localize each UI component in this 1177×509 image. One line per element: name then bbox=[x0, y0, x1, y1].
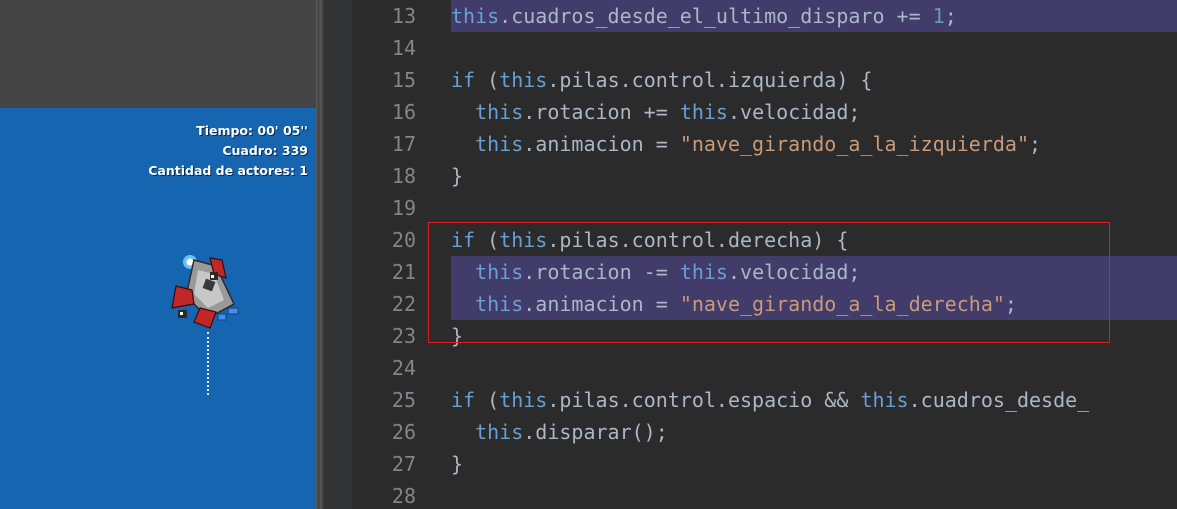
game-canvas[interactable]: Tiempo: 00' 05'' Cuadro: 339 Cantidad de… bbox=[0, 108, 316, 509]
line-number: 22 bbox=[391, 292, 416, 316]
editor-gutter bbox=[324, 0, 352, 509]
annotation-highlight-box bbox=[428, 222, 1110, 343]
code-line[interactable]: 24 bbox=[352, 352, 1177, 384]
line-number: 18 bbox=[391, 164, 416, 188]
code-line[interactable]: 17 this.animacion = "nave_girando_a_la_i… bbox=[352, 128, 1177, 160]
code-text: if (this.pilas.control.espacio && this.c… bbox=[451, 388, 1090, 412]
code-line[interactable]: 25 if (this.pilas.control.espacio && this… bbox=[352, 384, 1177, 416]
code-line[interactable]: 16 this.rotacion += this.velocidad; bbox=[352, 96, 1177, 128]
line-number: 26 bbox=[391, 420, 416, 444]
line-number: 15 bbox=[391, 68, 416, 92]
code-text: } bbox=[451, 452, 464, 476]
panel-splitter[interactable] bbox=[316, 0, 324, 509]
code-line[interactable]: 28 bbox=[352, 480, 1177, 509]
hud-time: Tiempo: 00' 05'' bbox=[196, 123, 308, 138]
hud-frame: Cuadro: 339 bbox=[222, 143, 308, 158]
line-number: 20 bbox=[391, 228, 416, 252]
code-line[interactable]: 15 if (this.pilas.control.izquierda) { bbox=[352, 64, 1177, 96]
code-line[interactable]: 14 bbox=[352, 32, 1177, 64]
hud-actors: Cantidad de actores: 1 bbox=[148, 163, 308, 178]
code-text: this.animacion = "nave_girando_a_la_izqu… bbox=[475, 132, 1042, 156]
code-text: this.cuadros_desde_el_ultimo_disparo += … bbox=[451, 4, 957, 28]
code-line[interactable]: 18} bbox=[352, 160, 1177, 192]
code-line[interactable]: 26 this.disparar(); bbox=[352, 416, 1177, 448]
line-number: 17 bbox=[391, 132, 416, 156]
line-number: 16 bbox=[391, 100, 416, 124]
game-preview-panel: Tiempo: 00' 05'' Cuadro: 339 Cantidad de… bbox=[0, 0, 316, 509]
line-number: 28 bbox=[391, 484, 416, 508]
game-hud: Tiempo: 00' 05'' Cuadro: 339 Cantidad de… bbox=[148, 121, 308, 181]
line-number: 27 bbox=[391, 452, 416, 476]
code-line[interactable]: 13 this.cuadros_desde_el_ultimo_disparo +… bbox=[352, 0, 1177, 32]
line-number: 24 bbox=[391, 356, 416, 380]
line-number: 21 bbox=[391, 260, 416, 284]
code-line[interactable]: 27} bbox=[352, 448, 1177, 480]
code-text: this.rotacion += this.velocidad; bbox=[475, 100, 861, 124]
line-number: 23 bbox=[391, 324, 416, 348]
line-number: 25 bbox=[391, 388, 416, 412]
line-number: 19 bbox=[391, 196, 416, 220]
line-number: 14 bbox=[391, 36, 416, 60]
shot-trail bbox=[207, 332, 209, 395]
splitter-grip bbox=[320, 0, 321, 509]
spaceship-sprite bbox=[171, 255, 239, 329]
code-text: this.disparar(); bbox=[475, 420, 668, 444]
line-number: 13 bbox=[391, 4, 416, 28]
code-text: } bbox=[451, 164, 464, 188]
code-line[interactable]: 19 bbox=[352, 192, 1177, 224]
code-text: if (this.pilas.control.izquierda) { bbox=[451, 68, 873, 92]
